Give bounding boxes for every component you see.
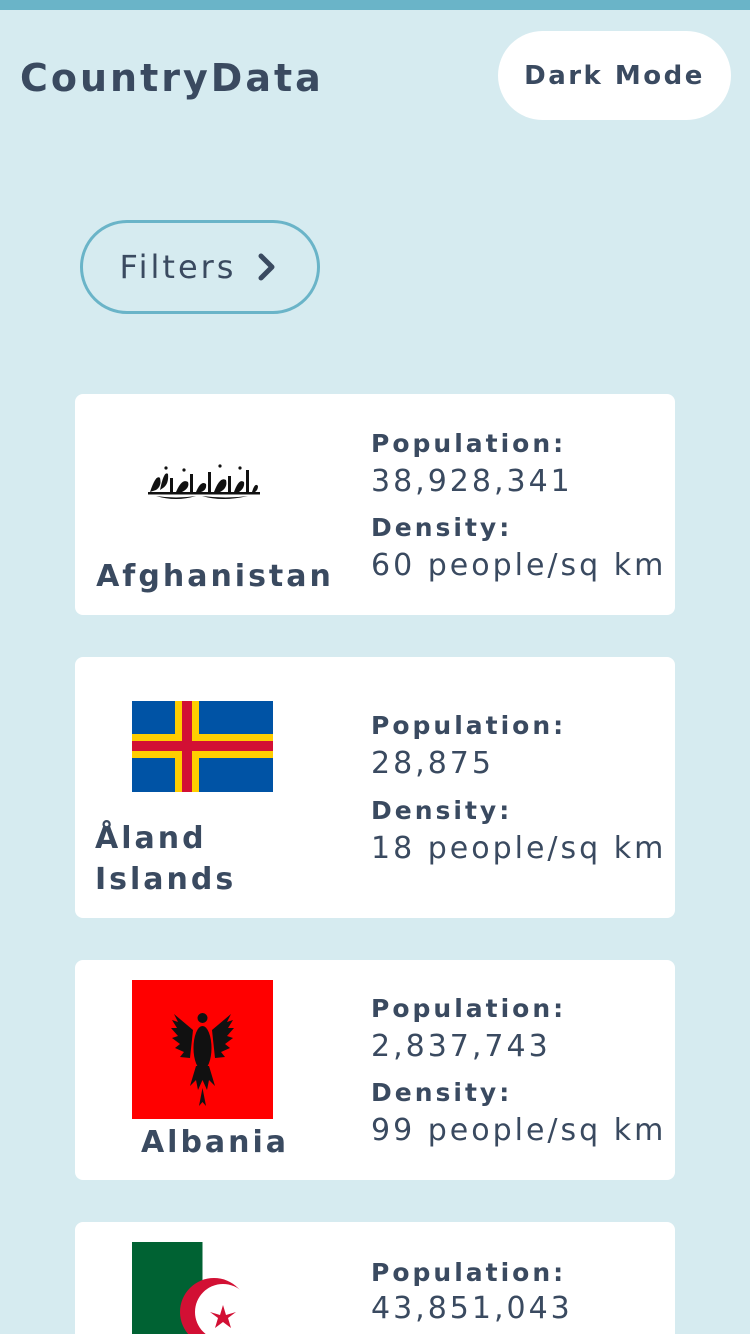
population-label: Population: — [371, 994, 567, 1023]
density-value: 18 people/sq km — [371, 831, 667, 866]
afghanistan-flag-icon — [148, 464, 260, 499]
filters-button[interactable]: Filters — [80, 220, 320, 314]
top-accent-bar — [0, 0, 750, 10]
population-value: 28,875 — [371, 746, 494, 781]
app-title: CountryData — [20, 56, 324, 100]
population-label: Population: — [371, 1258, 567, 1287]
population-label: Population: — [371, 429, 567, 458]
country-card[interactable]: Åland Islands Population: 28,875 Density… — [75, 657, 675, 918]
chevron-right-icon — [258, 253, 275, 281]
dark-mode-button[interactable]: Dark Mode — [498, 31, 731, 120]
density-label: Density: — [371, 513, 513, 542]
population-label: Population: — [371, 711, 567, 740]
density-value: 99 people/sq km — [371, 1113, 667, 1148]
density-label: Density: — [371, 796, 513, 825]
country-name: Albania — [140, 1125, 290, 1160]
population-value: 2,837,743 — [371, 1029, 551, 1064]
country-name: Afghanistan — [96, 559, 334, 594]
aland-islands-flag-icon — [132, 701, 273, 792]
country-card[interactable]: Population: 43,851,043 — [75, 1222, 675, 1334]
density-value: 60 people/sq km — [371, 548, 667, 583]
density-label: Density: — [371, 1078, 513, 1107]
country-name: Åland Islands — [95, 821, 237, 897]
algeria-flag-icon — [132, 1242, 273, 1334]
population-value: 43,851,043 — [371, 1291, 573, 1326]
albania-flag-icon — [132, 980, 273, 1119]
country-card[interactable]: Albania Population: 2,837,743 Density: 9… — [75, 960, 675, 1180]
country-card[interactable]: Afghanistan Population: 38,928,341 Densi… — [75, 394, 675, 615]
filters-label: Filters — [119, 248, 237, 286]
population-value: 38,928,341 — [371, 464, 573, 499]
